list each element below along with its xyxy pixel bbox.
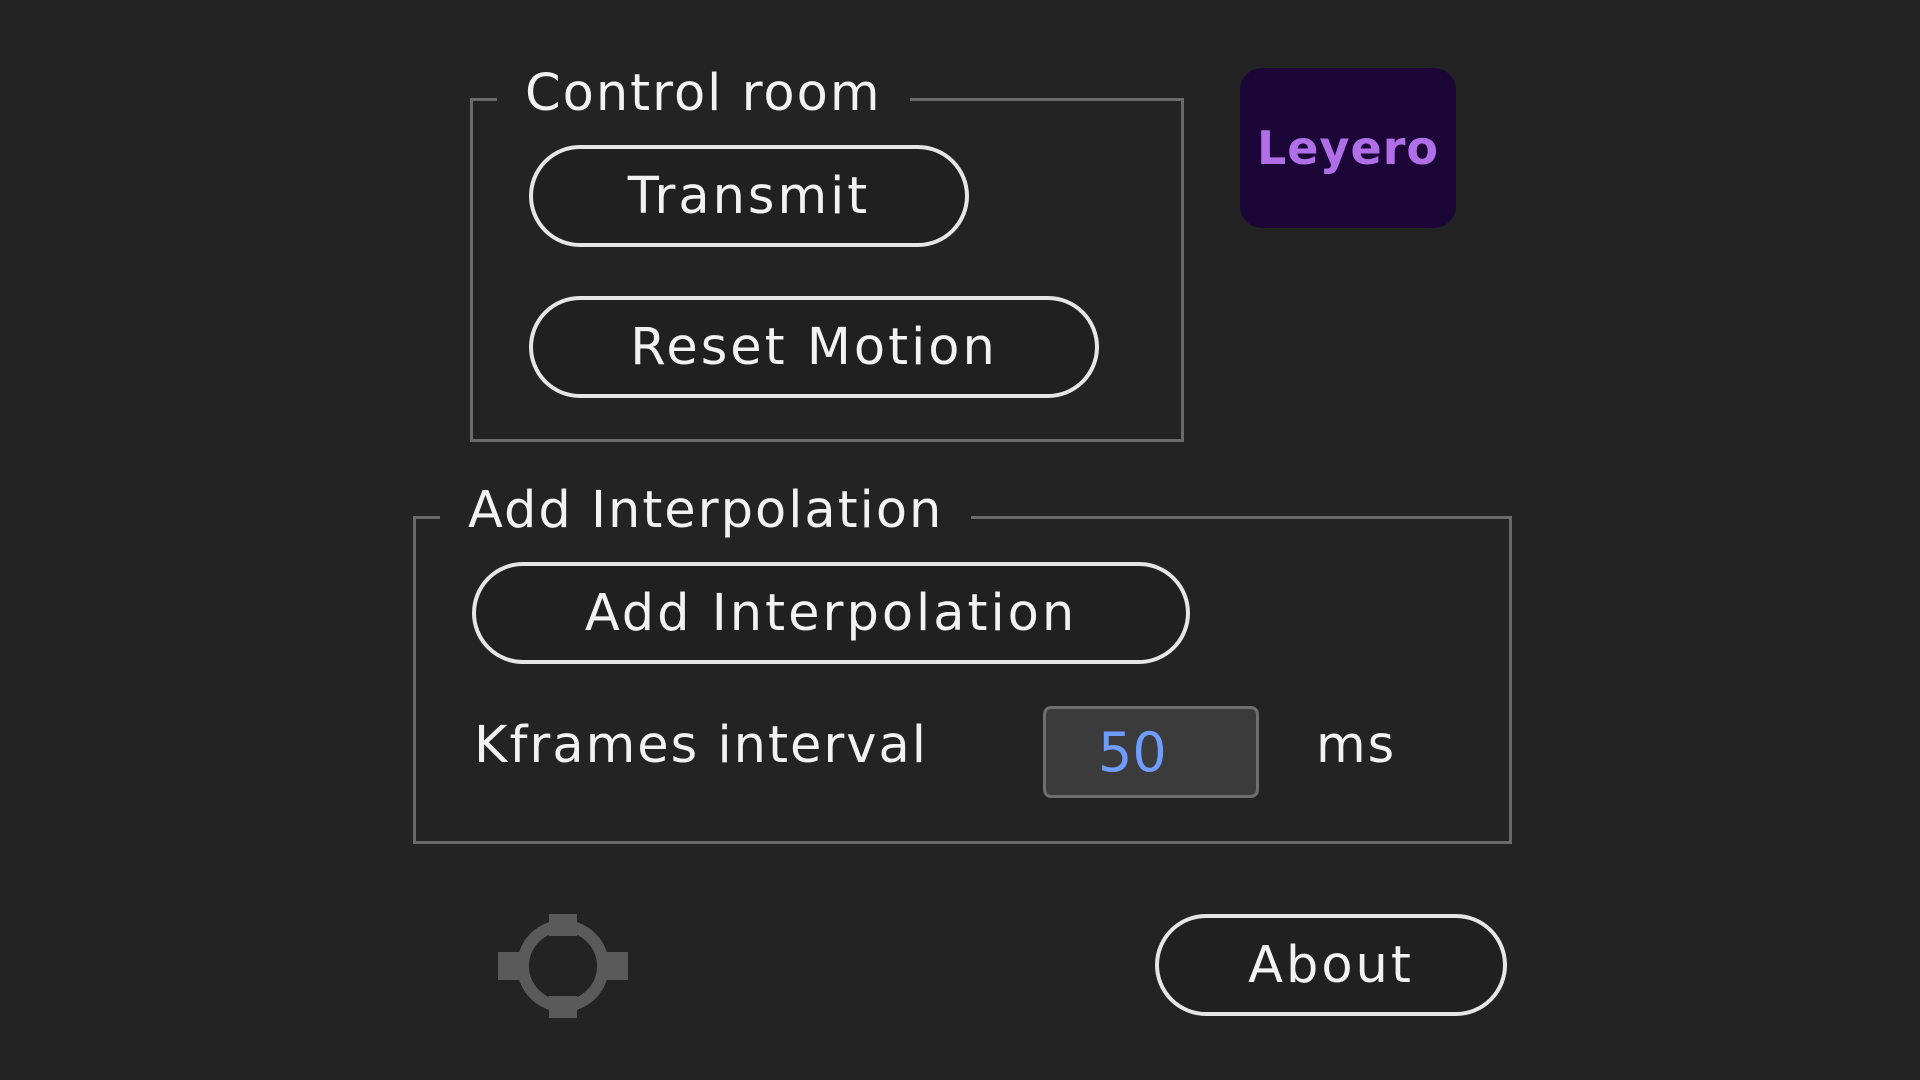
control-room-title: Control room — [497, 64, 910, 124]
transmit-button[interactable]: Transmit — [529, 145, 969, 247]
crosshair-target-icon[interactable] — [492, 910, 634, 1022]
app-window: Control room Transmit Reset Motion Leyer… — [0, 0, 1920, 1080]
reset-motion-button[interactable]: Reset Motion — [529, 296, 1099, 398]
interpolation-title: Add Interpolation — [440, 481, 972, 541]
kframes-unit-label: ms — [1316, 716, 1397, 775]
logo-text: Leyero — [1257, 121, 1439, 175]
about-button[interactable]: About — [1155, 914, 1507, 1016]
app-logo: Leyero — [1240, 68, 1456, 228]
kframes-interval-label: Kframes interval — [474, 716, 928, 775]
add-interpolation-button[interactable]: Add Interpolation — [472, 562, 1190, 664]
kframes-interval-input[interactable] — [1043, 706, 1259, 798]
